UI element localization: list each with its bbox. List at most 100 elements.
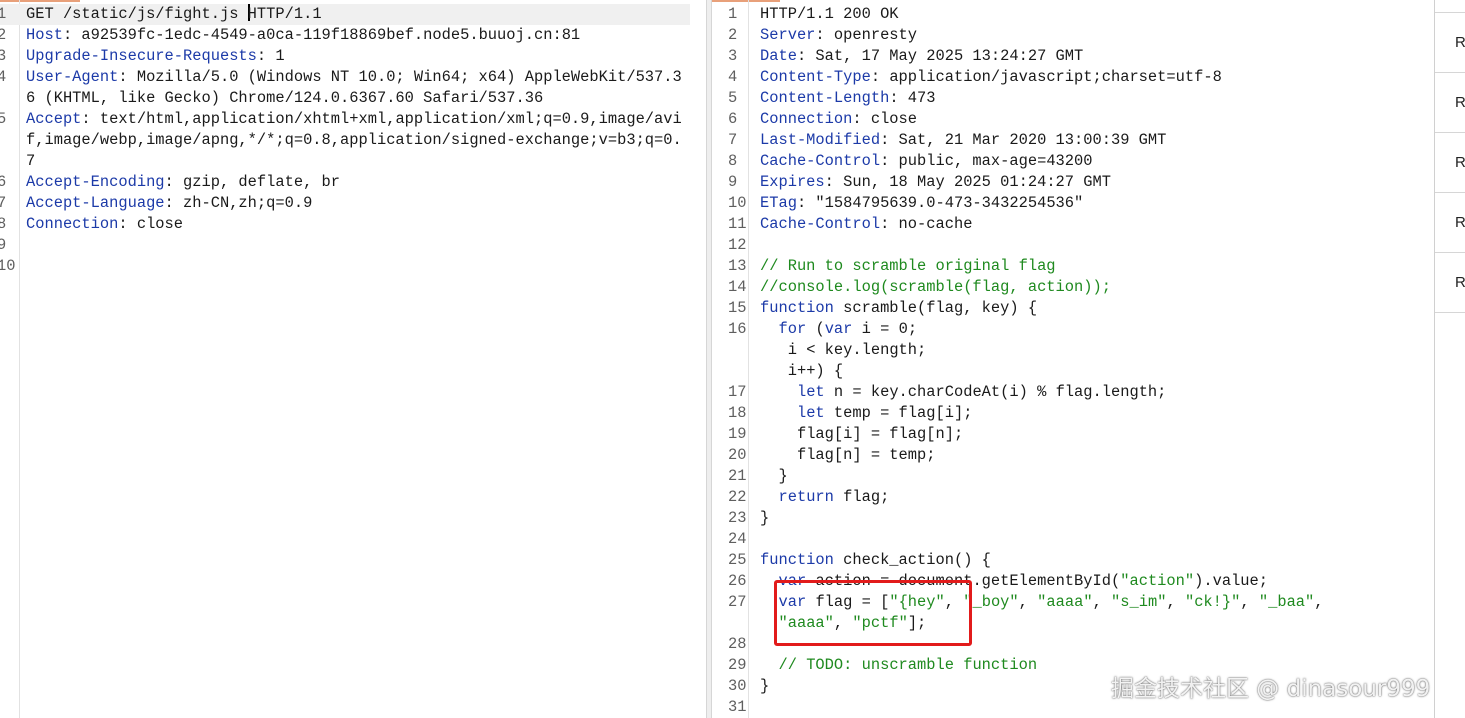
response-line-content: function scramble(flag, key) { — [760, 298, 1434, 319]
response-line-content: } — [760, 466, 1434, 487]
response-line[interactable]: i++) { — [712, 361, 1434, 382]
response-line[interactable]: 20 flag[n] = temp; — [712, 445, 1434, 466]
response-line[interactable]: i < key.length; — [712, 340, 1434, 361]
response-line[interactable]: 6 Connection: close — [712, 109, 1434, 130]
request-line[interactable]: 3 Upgrade-Insecure-Requests: 1 — [0, 46, 690, 67]
request-line[interactable]: 6 Accept-Encoding: gzip, deflate, br — [0, 172, 690, 193]
line-number: 31 — [728, 698, 747, 716]
line-number: 6 — [0, 173, 7, 191]
response-line[interactable]: 24 — [712, 529, 1434, 550]
line-number: 24 — [728, 530, 747, 548]
line-number: 10 — [728, 194, 747, 212]
request-editor-pane[interactable]: 1 GET /static/js/fight.js HTTP/1.1 2 Host: … — [0, 0, 706, 718]
response-line[interactable]: 17 let n = key.charCodeAt(i) % flag.leng… — [712, 382, 1434, 403]
code-keyword: function — [760, 551, 834, 569]
line-number: 8 — [728, 152, 738, 170]
line-number: 14 — [728, 278, 747, 296]
request-line[interactable]: 8 Connection: close — [0, 214, 690, 235]
line-number: 21 — [728, 467, 747, 485]
code-text: : Sun, 18 May 2025 01:24:27 GMT — [824, 173, 1111, 191]
side-panel-item-label: R — [1455, 34, 1465, 51]
response-line[interactable]: 9 Expires: Sun, 18 May 2025 01:24:27 GMT — [712, 172, 1434, 193]
line-number — [712, 613, 760, 634]
response-line-content: Server: openresty — [760, 25, 1434, 46]
response-line[interactable]: 5 Content-Length: 473 — [712, 88, 1434, 109]
request-line[interactable]: 10 — [0, 256, 690, 277]
line-number: 2 — [0, 26, 7, 44]
response-line-content: ETag: "1584795639.0-473-3432254536" — [760, 193, 1434, 214]
response-line[interactable]: 14 //console.log(scramble(flag, action)); — [712, 277, 1434, 298]
response-line[interactable]: 4 Content-Type: application/javascript;ch… — [712, 67, 1434, 88]
line-number: 5 — [728, 89, 738, 107]
code-text: temp = flag[i]; — [824, 404, 973, 422]
code-keyword: let — [796, 383, 825, 401]
response-line-content: Cache-Control: public, max-age=43200 — [760, 151, 1434, 172]
response-line[interactable]: 18 let temp = flag[i]; — [712, 403, 1434, 424]
line-number: 26 — [728, 572, 747, 590]
header-name: User-Agent — [26, 68, 119, 86]
response-line[interactable]: 12 — [712, 235, 1434, 256]
response-line[interactable]: 25 function check_action() { — [712, 550, 1434, 571]
side-panel-item[interactable]: R — [1435, 253, 1465, 313]
line-number: 9 — [0, 236, 7, 254]
response-line-content — [760, 529, 1434, 550]
request-line[interactable]: 4 User-Agent: Mozilla/5.0 (Windows NT 10.… — [0, 67, 690, 109]
line-number: 11 — [728, 215, 747, 233]
request-editor[interactable]: 1 GET /static/js/fight.js HTTP/1.1 2 Host: … — [0, 4, 690, 277]
line-number: 2 — [728, 26, 738, 44]
request-line-content: Accept-Language: zh-CN,zh;q=0.9 — [26, 193, 690, 214]
header-name: Server — [760, 26, 816, 44]
response-line[interactable]: 3 Date: Sat, 17 May 2025 13:24:27 GMT — [712, 46, 1434, 67]
request-line[interactable]: 7 Accept-Language: zh-CN,zh;q=0.9 — [0, 193, 690, 214]
header-name: Upgrade-Insecure-Requests — [26, 47, 257, 65]
response-line[interactable]: 15 function scramble(flag, key) { — [712, 298, 1434, 319]
response-line[interactable]: 22 return flag; — [712, 487, 1434, 508]
side-panel-item[interactable]: R — [1435, 73, 1465, 133]
response-line-content: Last-Modified: Sat, 21 Mar 2020 13:00:39… — [760, 130, 1434, 151]
code-text: } — [760, 509, 770, 527]
code-text: check_action() { — [833, 551, 991, 569]
line-number: 28 — [728, 635, 747, 653]
side-panel-item[interactable]: R — [1435, 193, 1465, 253]
side-panel-item[interactable]: R — [1435, 133, 1465, 193]
request-line[interactable]: 2 Host: a92539fc-1edc-4549-a0ca-119f18869… — [0, 25, 690, 46]
code-text: : openresty — [815, 26, 918, 44]
code-text: : text/html,application/xhtml+xml,applic… — [26, 110, 682, 170]
response-line[interactable]: 21 } — [712, 466, 1434, 487]
response-line[interactable]: 23} — [712, 508, 1434, 529]
code-text: } — [760, 467, 788, 485]
code-text: , — [1018, 593, 1038, 611]
header-name: Last-Modified — [760, 131, 881, 149]
header-name: Expires — [760, 173, 825, 191]
line-number: 5 — [0, 110, 7, 128]
response-line[interactable]: 16 for (var i = 0; — [712, 319, 1434, 340]
response-line-content: HTTP/1.1 200 OK — [760, 4, 1434, 25]
response-line[interactable]: 2 Server: openresty — [712, 25, 1434, 46]
code-text: : application/javascript;charset=utf-8 — [870, 68, 1222, 86]
response-line[interactable]: 11 Cache-Control: no-cache — [712, 214, 1434, 235]
request-line[interactable]: 5 Accept: text/html,application/xhtml+xml… — [0, 109, 690, 172]
line-number: 18 — [728, 404, 747, 422]
side-panel-item[interactable]: R — [1435, 13, 1465, 73]
code-string: "aaaa" — [1037, 593, 1093, 611]
response-line[interactable]: 13 // Run to scramble original flag — [712, 256, 1434, 277]
request-line[interactable]: 1 GET /static/js/fight.js HTTP/1.1 — [0, 4, 690, 25]
response-line[interactable]: 7 Last-Modified: Sat, 21 Mar 2020 13:00:3… — [712, 130, 1434, 151]
response-line[interactable]: 10 ETag: "1584795639.0-473-3432254536" — [712, 193, 1434, 214]
response-line[interactable]: 19 flag[i] = flag[n]; — [712, 424, 1434, 445]
line-number: 30 — [728, 677, 747, 695]
code-text: i < key.length; — [760, 341, 927, 359]
line-number: 17 — [728, 383, 747, 401]
code-text: flag; — [833, 488, 890, 506]
request-line[interactable]: 9 — [0, 235, 690, 256]
response-line-content: flag[i] = flag[n]; — [760, 424, 1434, 445]
response-line[interactable]: 8 Cache-Control: public, max-age=43200 — [712, 151, 1434, 172]
line-number: 29 — [728, 656, 747, 674]
code-text: n = key.charCodeAt(i) % flag.length; — [824, 383, 1167, 401]
header-name: Content-Type — [760, 68, 871, 86]
response-line[interactable]: 1 HTTP/1.1 200 OK — [712, 4, 1434, 25]
code-keyword: for — [778, 320, 807, 338]
code-keyword: var — [824, 320, 853, 338]
response-line-content: i < key.length; — [760, 340, 1434, 361]
